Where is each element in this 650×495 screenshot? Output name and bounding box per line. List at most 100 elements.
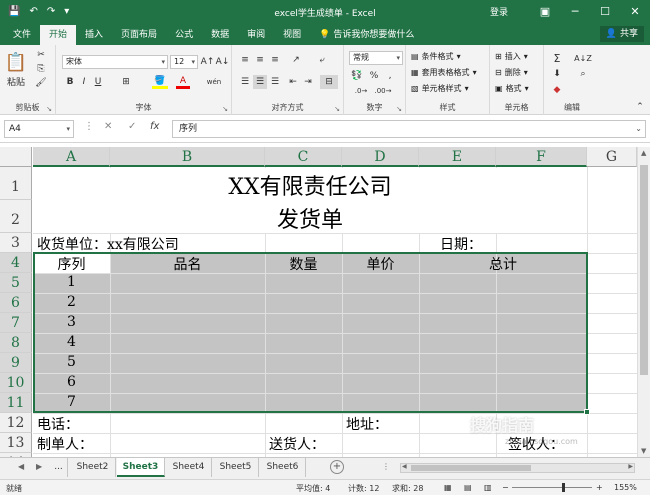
select-all-corner[interactable] <box>0 147 32 167</box>
row-header-12[interactable]: 12 <box>0 413 32 433</box>
grow-font-button[interactable]: A↑ <box>201 55 215 69</box>
row-header-8[interactable]: 8 <box>0 333 32 353</box>
expand-formula-icon[interactable]: ⌄ <box>635 121 642 137</box>
row-header-3[interactable]: 3 <box>0 233 32 253</box>
scroll-left-icon[interactable]: ◀ <box>402 463 407 470</box>
increase-decimal-icon[interactable]: .0→ <box>352 85 370 97</box>
address-label[interactable]: 地址： <box>346 414 388 434</box>
zoom-slider[interactable] <box>512 487 592 488</box>
name-box[interactable]: A4 ▾ <box>4 120 74 138</box>
cell-styles-button[interactable]: ▧ 单元格样式 ▾ <box>411 83 469 94</box>
row-header-1[interactable]: 1 <box>0 167 32 200</box>
autosum-button[interactable]: Σ <box>550 51 564 65</box>
align-right-icon[interactable]: ☰ <box>268 75 282 89</box>
borders-icon[interactable]: ⊞ <box>118 75 134 89</box>
format-cells-button[interactable]: ▣ 格式 ▾ <box>495 83 529 94</box>
wrap-text-icon[interactable]: ⤶ <box>314 53 330 67</box>
tab-page-layout[interactable]: 页面布局 <box>112 25 166 45</box>
sort-filter-button[interactable]: A↓Z <box>574 51 592 65</box>
bold-button[interactable]: B <box>64 75 76 89</box>
minimize-button[interactable]: ─ <box>560 0 590 23</box>
tab-view[interactable]: 视图 <box>274 25 310 45</box>
tab-data[interactable]: 数据 <box>202 25 238 45</box>
tab-split-icon[interactable]: ⋮ <box>382 462 390 471</box>
column-header-d[interactable]: D <box>342 147 419 167</box>
percent-button[interactable]: % <box>368 69 380 83</box>
normal-view-icon[interactable]: ▦ <box>444 483 452 492</box>
currency-icon[interactable]: 💱 <box>350 69 364 83</box>
undo-icon[interactable]: ↶ <box>29 6 37 17</box>
increase-indent-icon[interactable]: ⇥ <box>301 75 315 89</box>
tab-review[interactable]: 审阅 <box>238 25 274 45</box>
clipboard-launcher-icon[interactable]: ↘ <box>46 105 52 113</box>
cut-icon[interactable]: ✂ <box>34 49 48 61</box>
align-center-icon[interactable]: ☰ <box>253 75 267 89</box>
more-sheets-button[interactable]: ... <box>50 458 68 477</box>
delete-cells-button[interactable]: ⊟ 删除 ▾ <box>495 67 528 78</box>
cancel-formula-button[interactable]: ✕ <box>104 121 112 132</box>
shrink-font-button[interactable]: A↓ <box>216 55 230 69</box>
row-header-6[interactable]: 6 <box>0 293 32 313</box>
customize-qa-icon[interactable]: ▾ <box>64 6 69 17</box>
underline-button[interactable]: U <box>92 75 104 89</box>
company-title[interactable]: XX有限责任公司 <box>33 169 587 201</box>
column-header-f[interactable]: F <box>496 147 587 167</box>
row-header-9[interactable]: 9 <box>0 353 32 373</box>
close-button[interactable]: ✕ <box>620 0 650 23</box>
date-label[interactable]: 日期： <box>440 234 482 254</box>
paste-icon[interactable]: 📋 <box>4 49 28 75</box>
orientation-icon[interactable]: ↗ <box>288 53 304 67</box>
tab-home[interactable]: 开始 <box>40 25 77 45</box>
merge-center-icon[interactable]: ⊟ <box>320 75 338 89</box>
font-name-select[interactable]: 宋体 ▾ <box>62 55 168 69</box>
sheet-tab-sheet4[interactable]: Sheet4 <box>166 458 212 477</box>
tab-file[interactable]: 文件 <box>4 25 40 45</box>
zoom-out-icon[interactable]: − <box>502 483 509 492</box>
document-title[interactable]: 发货单 <box>33 202 587 234</box>
collapse-ribbon-icon[interactable]: ⌃ <box>634 101 646 113</box>
horizontal-scrollbar[interactable]: ◀ ▶ <box>400 463 635 473</box>
clear-icon[interactable]: ◆ <box>550 83 564 97</box>
copy-icon[interactable]: ⎘ <box>34 63 48 75</box>
save-icon[interactable]: 💾 <box>8 6 20 17</box>
share-button[interactable]: 👤 共享 <box>599 26 644 42</box>
scroll-up-icon[interactable]: ▲ <box>641 149 646 157</box>
worksheet-grid[interactable]: A B C D E F G 1 2 3 4 5 6 7 8 9 10 11 12… <box>0 147 650 457</box>
fill-color-icon[interactable]: 🪣 <box>152 75 168 89</box>
row-header-5[interactable]: 5 <box>0 273 32 293</box>
fill-down-icon[interactable]: ⬇ <box>550 67 564 81</box>
tab-formulas[interactable]: 公式 <box>166 25 202 45</box>
fill-handle[interactable] <box>584 409 590 415</box>
zoom-level[interactable]: 155% <box>614 483 637 492</box>
vertical-scroll-thumb[interactable] <box>640 165 648 375</box>
zoom-in-icon[interactable]: + <box>596 483 603 492</box>
alignment-launcher-icon[interactable]: ↘ <box>334 105 340 113</box>
find-select-button[interactable]: ⌕ <box>574 67 592 81</box>
horizontal-scroll-thumb[interactable] <box>411 465 531 471</box>
decrease-decimal-icon[interactable]: .00→ <box>374 85 392 97</box>
column-header-c[interactable]: C <box>265 147 342 167</box>
vertical-scrollbar[interactable]: ▲ ▼ <box>637 147 650 457</box>
align-top-icon[interactable]: ≡ <box>238 53 252 67</box>
format-painter-icon[interactable]: 🖌 <box>34 77 48 89</box>
redo-icon[interactable]: ↷ <box>47 6 55 17</box>
enter-formula-button[interactable]: ✓ <box>128 121 136 132</box>
login-link[interactable]: 登录 <box>490 5 508 18</box>
row-header-7[interactable]: 7 <box>0 313 32 333</box>
italic-button[interactable]: I <box>78 75 90 89</box>
receiver-label[interactable]: 收货单位：xx有限公司 <box>37 234 179 254</box>
scroll-down-icon[interactable]: ▼ <box>641 447 646 455</box>
page-break-view-icon[interactable]: ▥ <box>484 483 492 492</box>
font-launcher-icon[interactable]: ↘ <box>222 105 228 113</box>
formula-input[interactable]: 序列 ⌄ <box>172 120 646 138</box>
row-header-13[interactable]: 13 <box>0 433 32 453</box>
number-launcher-icon[interactable]: ↘ <box>396 105 402 113</box>
scroll-right-icon[interactable]: ▶ <box>628 463 633 470</box>
align-left-icon[interactable]: ☰ <box>238 75 252 89</box>
align-middle-icon[interactable]: ≡ <box>253 53 267 67</box>
number-format-select[interactable]: 常规 ▾ <box>349 51 403 65</box>
format-as-table-button[interactable]: ▦ 套用表格格式 ▾ <box>411 67 477 78</box>
row-header-2[interactable]: 2 <box>0 200 32 233</box>
column-header-b[interactable]: B <box>110 147 265 167</box>
align-bottom-icon[interactable]: ≡ <box>268 53 282 67</box>
